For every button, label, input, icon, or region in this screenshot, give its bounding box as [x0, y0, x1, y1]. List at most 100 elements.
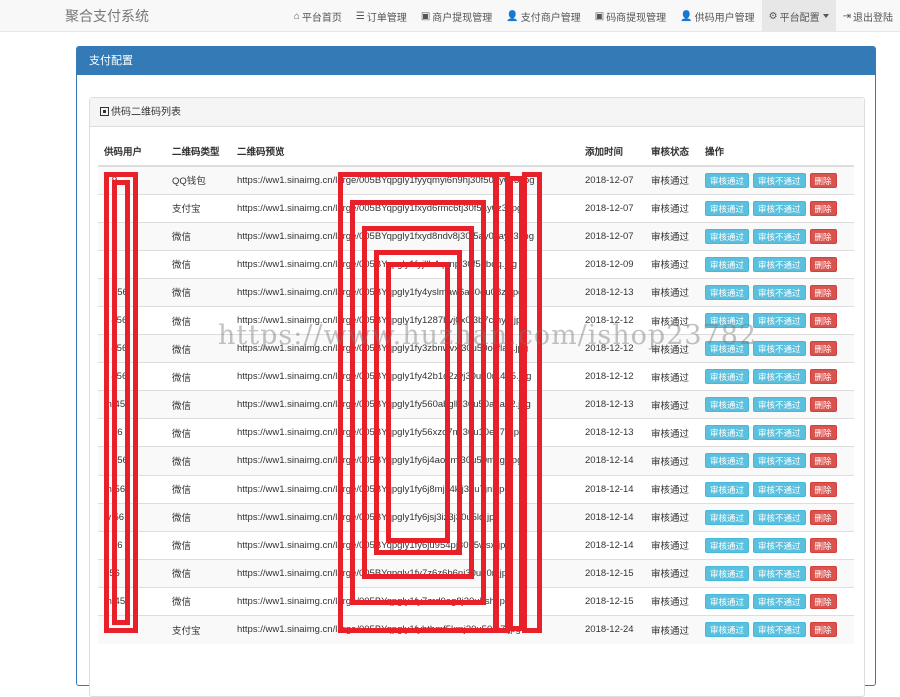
- approve-button[interactable]: 审核通过: [705, 172, 750, 188]
- delete-button[interactable]: 删除: [809, 172, 837, 188]
- nav-item-5[interactable]: ▣ 码商提现管理: [588, 0, 673, 32]
- approve-button[interactable]: 审核通过: [705, 256, 750, 272]
- cell-actions: 审核通过 审核不通过 删除: [699, 277, 854, 307]
- delete-button[interactable]: 删除: [809, 565, 837, 581]
- reject-button[interactable]: 审核不通过: [753, 256, 806, 272]
- delete-button[interactable]: 删除: [809, 341, 837, 357]
- delete-button[interactable]: 删除: [809, 425, 837, 441]
- table-row: m 456 微信 https://ww1.sinaimg.cn/large/005B…: [98, 390, 854, 419]
- column-header: 二维码预览: [231, 136, 579, 167]
- column-header: 审核状态: [645, 136, 699, 167]
- reject-button[interactable]: 审核不通过: [753, 172, 806, 188]
- approve-button[interactable]: 审核通过: [705, 509, 750, 525]
- table-row: h 456 微信 https://ww1.sinaimg.cn/large/005B…: [98, 446, 854, 476]
- cell-user: 5 9: [98, 165, 166, 195]
- cell-date: 2018-12-14: [579, 446, 645, 476]
- approve-button[interactable]: 审核通过: [705, 369, 750, 385]
- cell-user: b 56: [98, 530, 166, 560]
- cell-date: 2018-12-07: [579, 165, 645, 195]
- nav-label: 平台配置: [779, 12, 820, 24]
- cell-status: 审核通过: [645, 614, 699, 644]
- nav-item-6[interactable]: 👤 供码用户管理: [673, 0, 761, 32]
- qr-list-title: 供码二维码列表: [111, 107, 181, 118]
- reject-button[interactable]: 审核不通过: [753, 397, 806, 413]
- nav-label: 供码用户管理: [694, 12, 755, 24]
- cell-actions: 审核通过 审核不通过 删除: [699, 165, 854, 195]
- reject-button[interactable]: 审核不通过: [753, 481, 806, 497]
- cell-preview: https://ww1.sinaimg.cn/large/005BYqpgly1…: [231, 586, 579, 616]
- delete-button[interactable]: 删除: [809, 537, 837, 553]
- approve-button[interactable]: 审核通过: [705, 593, 750, 609]
- reject-button[interactable]: 审核不通过: [753, 622, 806, 638]
- cell-preview: https://ww1.sinaimg.cn/large/005BYqpgly1…: [231, 249, 579, 279]
- nav-item-2[interactable]: ☰ 订单管理: [349, 0, 414, 32]
- delete-button[interactable]: 删除: [809, 593, 837, 609]
- nav-item-3[interactable]: ▣ 商户提现管理: [414, 0, 499, 32]
- reject-button[interactable]: 审核不通过: [753, 509, 806, 525]
- delete-button[interactable]: 删除: [809, 453, 837, 469]
- column-header: 供码用户: [98, 136, 166, 167]
- reject-button[interactable]: 审核不通过: [753, 228, 806, 244]
- approve-button[interactable]: 审核通过: [705, 565, 750, 581]
- cell-status: 审核通过: [645, 446, 699, 476]
- delete-button[interactable]: 删除: [809, 369, 837, 385]
- reject-button[interactable]: 审核不通过: [753, 565, 806, 581]
- reject-button[interactable]: 审核不通过: [753, 200, 806, 216]
- cell-actions: 审核通过 审核不通过 删除: [699, 193, 854, 223]
- reject-button[interactable]: 审核不通过: [753, 425, 806, 441]
- approve-button[interactable]: 审核通过: [705, 200, 750, 216]
- table-row: c 支付宝 https://ww1.sinaimg.cn/large/005BYqp…: [98, 614, 854, 644]
- nav-item-7[interactable]: ⚙ 平台配置: [761, 0, 836, 32]
- reject-button[interactable]: 审核不通过: [753, 453, 806, 469]
- approve-button[interactable]: 审核通过: [705, 425, 750, 441]
- cell-actions: 审核通过 审核不通过 删除: [699, 418, 854, 447]
- approve-button[interactable]: 审核通过: [705, 284, 750, 300]
- cell-status: 审核通过: [645, 474, 699, 504]
- delete-button[interactable]: 删除: [809, 509, 837, 525]
- table-row: 5 9 微信 https://ww1.sinaimg.cn/large/005BYq…: [98, 249, 854, 279]
- nav-label: 支付商户管理: [520, 12, 581, 24]
- approve-button[interactable]: 审核通过: [705, 228, 750, 244]
- cell-date: 2018-12-13: [579, 277, 645, 307]
- reject-button[interactable]: 审核不通过: [753, 593, 806, 609]
- cell-preview: https://ww1.sinaimg.cn/large/005BYqpgly1…: [231, 221, 579, 251]
- nav-item-8[interactable]: ⇥ 退出登陆: [836, 0, 900, 32]
- cell-date: 2018-12-07: [579, 193, 645, 223]
- approve-button[interactable]: 审核通过: [705, 622, 750, 638]
- cell-date: 2018-12-14: [579, 530, 645, 560]
- table-row: b 56 微信 https://ww1.sinaimg.cn/large/005BY…: [98, 530, 854, 560]
- approve-button[interactable]: 审核通过: [705, 453, 750, 469]
- delete-button[interactable]: 删除: [809, 313, 837, 329]
- nav-label: 退出登陆: [853, 12, 893, 24]
- delete-button[interactable]: 删除: [809, 397, 837, 413]
- cell-status: 审核通过: [645, 165, 699, 195]
- table-row: g 56 微信 https://ww1.sinaimg.cn/large/005BY…: [98, 418, 854, 447]
- delete-button[interactable]: 删除: [809, 284, 837, 300]
- nav-item-4[interactable]: 👤 支付商户管理: [499, 0, 587, 32]
- cell-actions: 审核通过 审核不通过 删除: [699, 249, 854, 279]
- delete-button[interactable]: 删除: [809, 256, 837, 272]
- reject-button[interactable]: 审核不通过: [753, 369, 806, 385]
- nav-item-1[interactable]: ⌂ 平台首页: [287, 0, 349, 32]
- table-row: 5 9 QQ钱包 https://ww1.sinaimg.cn/large/005B…: [98, 165, 854, 195]
- delete-button[interactable]: 删除: [809, 622, 837, 638]
- reject-button[interactable]: 审核不通过: [753, 341, 806, 357]
- approve-button[interactable]: 审核通过: [705, 481, 750, 497]
- cell-preview: https://ww1.sinaimg.cn/large/005BYqpgly1…: [231, 446, 579, 476]
- delete-button[interactable]: 删除: [809, 200, 837, 216]
- approve-button[interactable]: 审核通过: [705, 397, 750, 413]
- reject-button[interactable]: 审核不通过: [753, 537, 806, 553]
- qr-code-table: 供码用户 二维码类型 二维码预览 添加时间 审核状态 操作 5 9 QQ钱包 https://…: [98, 136, 854, 644]
- reject-button[interactable]: 审核不通过: [753, 284, 806, 300]
- reject-button[interactable]: 审核不通过: [753, 313, 806, 329]
- cell-status: 审核通过: [645, 221, 699, 251]
- brand-logo[interactable]: 聚合支付系统: [65, 6, 149, 26]
- cell-type: 微信: [166, 277, 231, 307]
- main-nav: ⌂ 平台首页 ☰ 订单管理 ▣ 商户提现管理 👤 支付商户管理 ▣ 码商提现管理 👤 供码用户管理 ⚙ 平…: [287, 0, 900, 32]
- approve-button[interactable]: 审核通过: [705, 537, 750, 553]
- cell-preview: https://ww1.sinaimg.cn/large/005BYqpgly1…: [231, 390, 579, 419]
- column-header: 二维码类型: [166, 136, 231, 167]
- cell-type: 微信: [166, 558, 231, 588]
- delete-button[interactable]: 删除: [809, 481, 837, 497]
- delete-button[interactable]: 删除: [809, 228, 837, 244]
